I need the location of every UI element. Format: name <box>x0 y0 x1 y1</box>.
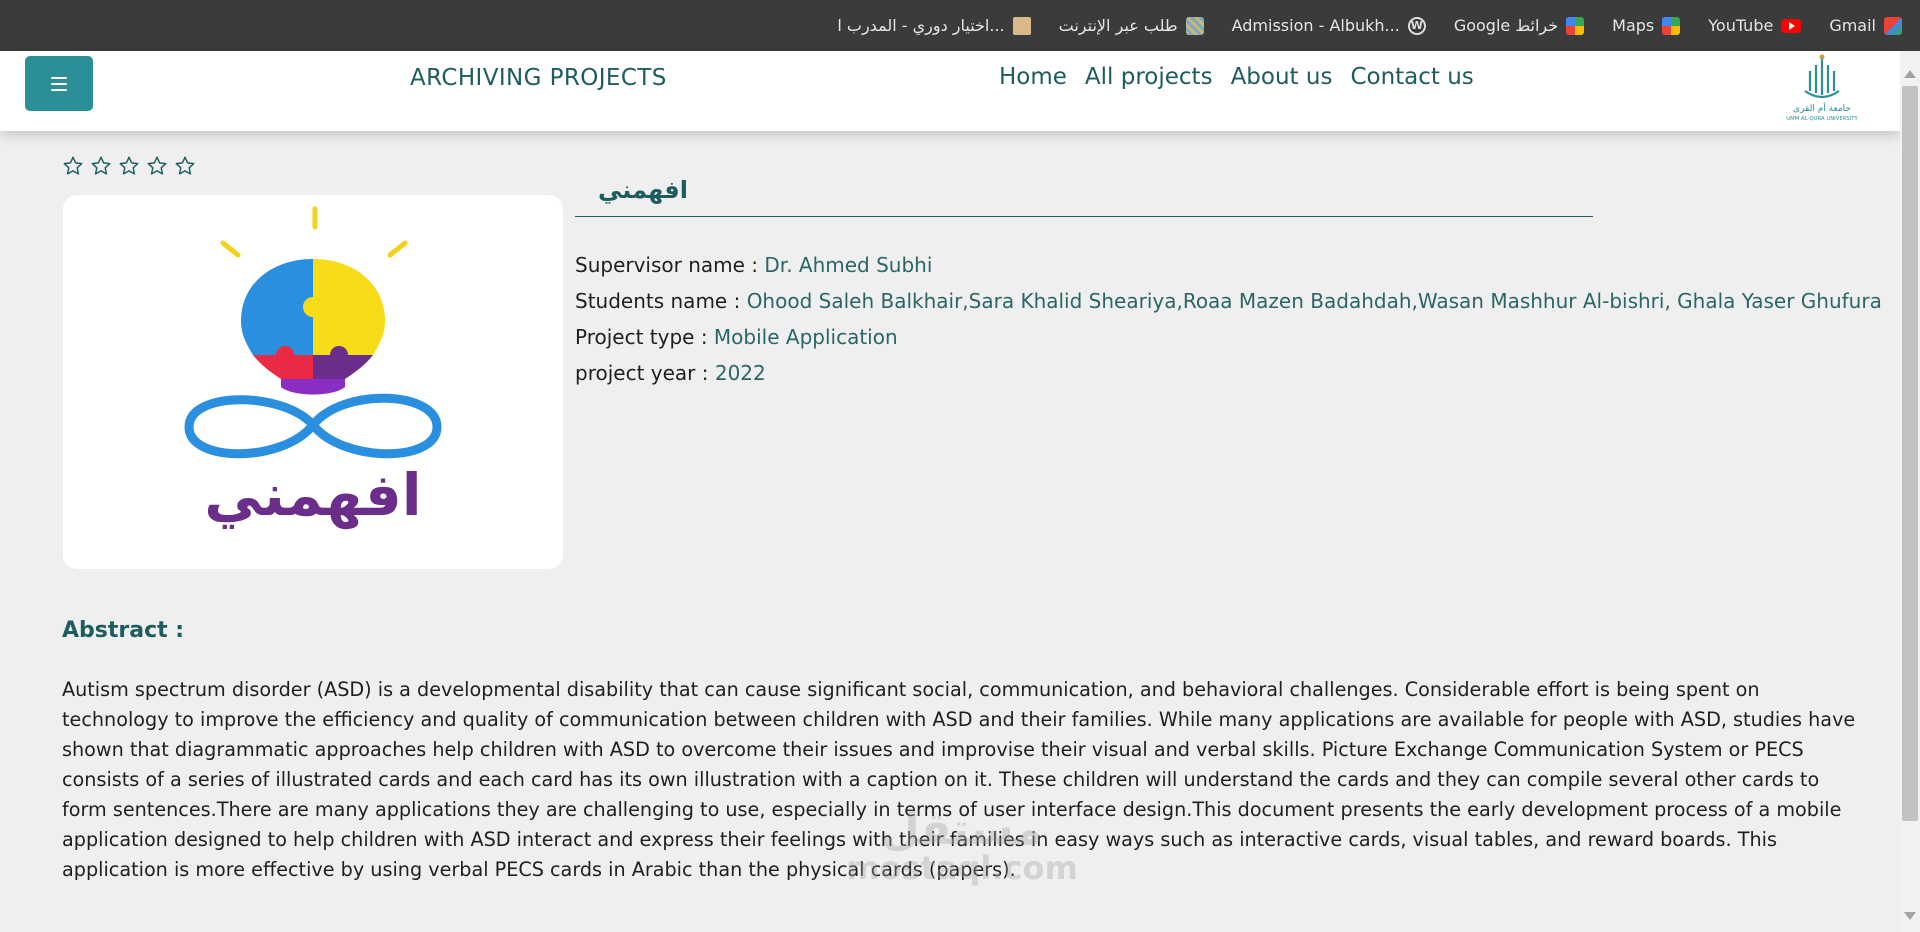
students-value: Ohood Saleh Balkhair,Sara Khalid Sheariy… <box>746 289 1882 313</box>
poster-illustration: افهمني <box>184 206 442 530</box>
project-year-row: project year : 2022 <box>575 355 1882 391</box>
logo-text-ar: جامعة أم القرى <box>1793 102 1851 114</box>
bookmark-label: اختيار دوري - المدرب ا... <box>837 16 1005 35</box>
poster-title: افهمني <box>204 461 421 530</box>
project-poster: افهمني <box>63 195 563 569</box>
bookmarks-bar: Gmail YouTube Maps Google خرائط W Admiss… <box>0 0 1920 51</box>
bookmark-google-maps-ar[interactable]: Google خرائط <box>1453 16 1585 35</box>
bookmark-label: YouTube <box>1708 16 1774 35</box>
project-type-value: Mobile Application <box>713 325 898 349</box>
bookmark-admission[interactable]: W Admission - Albukh... <box>1232 16 1426 35</box>
project-year-value: 2022 <box>714 361 766 385</box>
students-label: Students name : <box>575 289 741 313</box>
rating-stars <box>62 155 196 177</box>
watermark-en: mostaql.com <box>846 849 1078 887</box>
bookmark-label: Maps <box>1612 16 1655 35</box>
main-nav: Home All projects About us Contact us <box>999 64 1474 90</box>
bookmark-trainer[interactable]: اختيار دوري - المدرب ا... <box>837 16 1031 35</box>
star-icon[interactable] <box>174 155 196 177</box>
wordpress-icon: W <box>1407 16 1426 35</box>
site-watermark: مستقل mostaql.com <box>842 804 1082 887</box>
bookmark-gmail[interactable]: Gmail <box>1829 16 1902 35</box>
scroll-down-arrow-icon[interactable] <box>1904 912 1916 920</box>
star-icon[interactable] <box>118 155 140 177</box>
university-logo[interactable]: جامعة أم القرى UMM AL-QURA UNIVERSITY <box>1772 51 1872 123</box>
project-type-row: Project type : Mobile Application <box>575 319 1882 355</box>
bookmark-maps[interactable]: Maps <box>1612 16 1681 35</box>
hamburger-icon <box>51 76 67 91</box>
maps-icon <box>1566 16 1585 35</box>
avatar-icon <box>1012 16 1031 35</box>
students-row: Students name : Ohood Saleh Balkhair,Sar… <box>575 283 1882 319</box>
nav-contact-us[interactable]: Contact us <box>1350 64 1473 90</box>
menu-button[interactable] <box>25 56 93 111</box>
project-year-label: project year : <box>575 361 709 385</box>
maps-icon <box>1662 16 1681 35</box>
infinity-icon <box>184 393 442 459</box>
star-icon[interactable] <box>146 155 168 177</box>
bookmark-online-request[interactable]: طلب عبر الإنترنت <box>1059 16 1204 35</box>
site-brand[interactable]: ARCHIVING PROJECTS <box>410 65 667 91</box>
logo-text-en: UMM AL-QURA UNIVERSITY <box>1786 116 1858 122</box>
document-icon <box>1185 16 1204 35</box>
nav-all-projects[interactable]: All projects <box>1085 64 1213 90</box>
site-header: ARCHIVING PROJECTS Home All projects Abo… <box>0 51 1900 131</box>
supervisor-label: Supervisor name : <box>575 253 759 277</box>
abstract-heading: Abstract : <box>62 618 185 643</box>
supervisor-value: Dr. Ahmed Subhi <box>764 253 933 277</box>
bookmark-label: Gmail <box>1829 16 1876 35</box>
gmail-icon <box>1884 16 1902 35</box>
bookmark-label: طلب عبر الإنترنت <box>1058 16 1178 35</box>
project-title: افهمني <box>598 176 688 204</box>
scroll-up-arrow-icon[interactable] <box>1904 70 1916 78</box>
bookmark-label: Admission - Albukh... <box>1231 16 1400 35</box>
star-icon[interactable] <box>62 155 84 177</box>
project-type-label: Project type : <box>575 325 708 349</box>
supervisor-row: Supervisor name : Dr. Ahmed Subhi <box>575 247 1882 283</box>
title-divider <box>575 216 1593 217</box>
bookmark-label: Google خرائط <box>1453 16 1559 35</box>
bookmark-youtube[interactable]: YouTube <box>1708 16 1802 35</box>
nav-home[interactable]: Home <box>999 64 1067 90</box>
puzzle-bulb-icon <box>241 259 385 395</box>
youtube-icon <box>1781 18 1802 33</box>
nav-about-us[interactable]: About us <box>1231 64 1333 90</box>
watermark-ar: مستقل <box>881 804 1043 855</box>
scrollbar-thumb[interactable] <box>1902 86 1918 821</box>
project-details: Supervisor name : Dr. Ahmed Subhi Studen… <box>575 247 1882 391</box>
star-icon[interactable] <box>90 155 112 177</box>
bookmarks-list: Gmail YouTube Maps Google خرائط W Admiss… <box>837 0 1902 51</box>
